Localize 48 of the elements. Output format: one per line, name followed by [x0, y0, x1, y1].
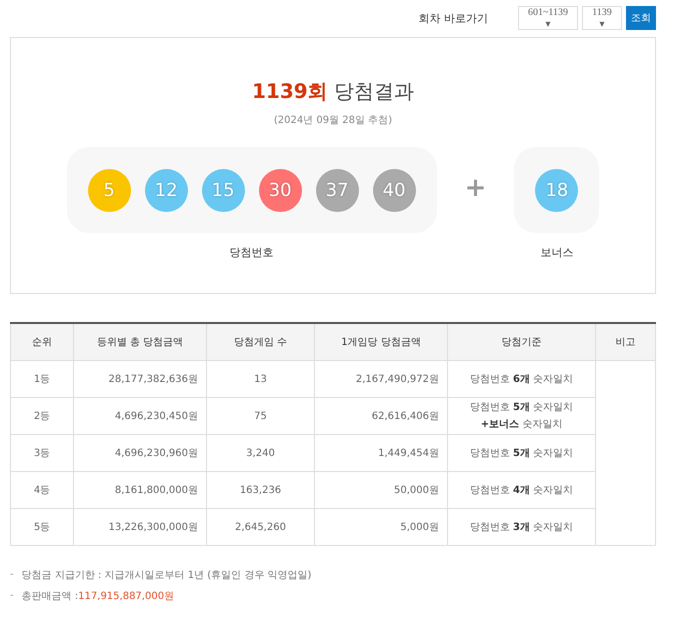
- note-marker: -: [10, 569, 14, 580]
- table-cell: 당첨번호 6개 숫자일치: [448, 360, 596, 398]
- table-cell: 5등: [10, 508, 74, 546]
- table-cell: 3,240: [206, 434, 314, 472]
- result-title: 1139회 당첨결과: [252, 78, 414, 105]
- draw-date: (2024년 09월 28일 추첨): [274, 114, 392, 127]
- table-cell: 4,696,230,960원: [74, 434, 206, 472]
- table-cell: 62,616,406원: [314, 398, 448, 434]
- number-ball: 30: [258, 168, 302, 212]
- note-value: 117,915,887,000원: [78, 590, 174, 602]
- table-cell: 1,449,454원: [314, 434, 448, 472]
- column-header: 당첨기준: [448, 323, 596, 360]
- round-shortcut-label: 회차 바로가기: [418, 10, 488, 26]
- column-header: 1게임당 당첨금액: [314, 323, 448, 360]
- table-cell: 5,000원: [314, 508, 448, 546]
- table-cell: 13: [206, 360, 314, 398]
- number-ball: 37: [316, 168, 359, 212]
- table-cell: 8,161,800,000원: [74, 472, 206, 508]
- note-marker: -: [10, 590, 14, 601]
- column-header: 당첨게임 수: [206, 323, 314, 360]
- column-header: 순위: [10, 323, 74, 360]
- table-cell: 2,645,260: [206, 508, 314, 546]
- round-dropdown[interactable]: 1139 ▾: [582, 6, 622, 30]
- column-header: 비고: [596, 323, 656, 360]
- bonus-label: 보너스: [540, 245, 574, 260]
- table-cell: 2,167,490,972원: [314, 360, 448, 398]
- search-button[interactable]: 조회: [626, 6, 656, 30]
- table-cell: 50,000원: [314, 472, 448, 508]
- table-cell: 2등: [10, 398, 74, 434]
- plus-sign: +: [464, 173, 486, 203]
- number-ball: 40: [372, 168, 416, 212]
- table-cell: 75: [206, 398, 314, 434]
- column-header: 등위별 총 당첨금액: [74, 323, 206, 360]
- bonus-ball: 18: [535, 168, 578, 212]
- table-cell: 163,236: [206, 472, 314, 508]
- table-cell: 1등: [10, 360, 74, 398]
- note-text: 총판매금액 :: [22, 590, 78, 602]
- table-cell: 4등: [10, 472, 74, 508]
- number-ball: 15: [202, 168, 245, 212]
- winning-numbers-label: 당첨번호: [230, 245, 274, 260]
- round-range-dropdown[interactable]: 601~1139 ▾: [518, 6, 578, 30]
- table-cell: 13,226,300,000원: [74, 508, 206, 546]
- table-cell: 28,177,382,636원: [74, 360, 206, 398]
- number-ball: 5: [88, 168, 131, 212]
- table-cell: 4,696,230,450원: [74, 398, 206, 434]
- note-text: 당첨금 지급기한 : 지급개시일로부터 1년 (휴일인 경우 익영업일): [22, 568, 312, 582]
- table-cell: 3등: [10, 434, 74, 472]
- number-ball: 12: [144, 168, 188, 212]
